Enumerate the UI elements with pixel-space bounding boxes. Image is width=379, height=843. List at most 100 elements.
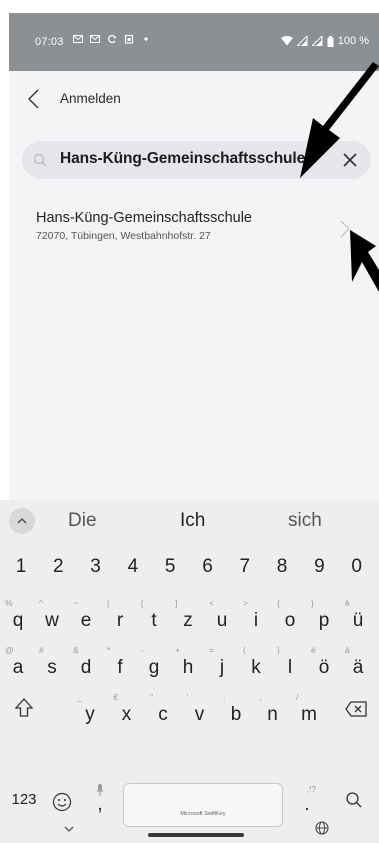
key-5[interactable]: 5 [153, 546, 187, 586]
search-key[interactable] [334, 780, 374, 820]
key-l[interactable]: ) l [274, 643, 306, 683]
key-m[interactable]: / m [293, 690, 325, 730]
key-0[interactable]: 0 [340, 546, 374, 586]
key-ö[interactable]: éö [308, 643, 340, 683]
period-key-label: . [304, 794, 310, 815]
key-t-alt: [ [141, 598, 144, 608]
key-o-alt: { [277, 598, 280, 608]
key-y-label: y [85, 704, 95, 725]
key-3[interactable]: 3 [79, 546, 113, 586]
key-c-label: c [158, 704, 168, 725]
status-time: 07:03 [35, 36, 64, 48]
key-4[interactable]: 4 [116, 546, 150, 586]
key-k[interactable]: (k [240, 643, 272, 683]
period-key-alt: ,!? [306, 784, 316, 794]
key-2[interactable]: 2 [41, 546, 75, 586]
key-0-label: 0 [351, 556, 362, 577]
key-ä[interactable]: àä [342, 643, 374, 683]
key-i[interactable]: > i [240, 596, 272, 636]
key-z[interactable]: ] z [172, 596, 204, 636]
key-m-label: m [301, 704, 317, 725]
key-r[interactable]: | r [104, 596, 136, 636]
key-i-label: i [253, 610, 259, 631]
globe-icon[interactable] [315, 821, 329, 835]
back-chevron-icon[interactable] [23, 87, 45, 111]
key-t[interactable]: [t [138, 596, 170, 636]
key-9-label: 9 [314, 556, 325, 577]
chevron-down-icon[interactable] [62, 824, 76, 834]
key-h[interactable]: + h [172, 643, 204, 683]
key-h-label: h [182, 657, 194, 678]
key-i-alt: > [243, 598, 248, 608]
frame-top [0, 0, 379, 13]
search-input-value: Hans-Küng-Gemeinschaftsschule [60, 150, 306, 168]
key-9[interactable]: 9 [302, 546, 336, 586]
key-a[interactable]: @ a [2, 643, 34, 683]
key-c[interactable]: " c [147, 690, 179, 730]
emoji-key[interactable] [45, 780, 79, 820]
backspace-key[interactable] [336, 690, 376, 730]
mail-icon [90, 35, 100, 43]
numbers-key[interactable]: 123 [6, 780, 42, 820]
key-r-label: r [116, 610, 124, 631]
key-g[interactable]: -g [138, 643, 170, 683]
key-1[interactable]: 1 [4, 546, 38, 586]
key-7-label: 7 [239, 556, 251, 577]
key-j[interactable]: = j [206, 643, 238, 683]
key-a-label: a [12, 657, 24, 678]
spacebar[interactable]: Microsoft SwiftKey [123, 783, 283, 827]
key-8[interactable]: 8 [265, 546, 299, 586]
key-s[interactable]: # s [36, 643, 68, 683]
key-n-label: n [267, 704, 278, 725]
key-p-label: p [318, 610, 330, 631]
key-x-label: x [121, 704, 132, 725]
battery-text: 100 % [337, 35, 369, 47]
key-6[interactable]: 6 [191, 546, 225, 586]
backspace-icon [345, 701, 367, 717]
key-8-label: 8 [276, 556, 288, 577]
comma-key[interactable]: , [85, 780, 115, 820]
suggestion-2[interactable]: Ich [180, 510, 205, 532]
search-input[interactable]: Hans-Küng-Gemeinschaftsschule [60, 150, 310, 168]
key-ü-label: ü [352, 610, 364, 631]
key-q[interactable]: % q [2, 596, 34, 636]
emoji-icon [52, 792, 72, 812]
notification-icons [73, 34, 151, 44]
key-d[interactable]: & d [70, 643, 102, 683]
key-a-alt: @ [5, 645, 14, 655]
key-o[interactable]: {o [274, 596, 306, 636]
key-f[interactable]: * f [104, 643, 136, 683]
calendar-icon [124, 34, 134, 44]
key-n[interactable]: ; n [257, 690, 289, 730]
key-s-alt: # [39, 645, 44, 655]
battery-icon [327, 35, 334, 47]
numbers-key-label: 123 [11, 791, 37, 808]
key-k-label: k [251, 657, 261, 678]
key-g-alt: - [141, 645, 144, 655]
period-key[interactable]: ,!? . [290, 780, 324, 820]
expand-toolbar-button[interactable] [9, 508, 35, 534]
suggestion-1[interactable]: Die [68, 510, 97, 532]
key-x[interactable]: € x [111, 690, 143, 730]
key-q-label: q [12, 610, 24, 631]
system-status: 100 % [280, 35, 369, 47]
key-ü[interactable]: èü [342, 596, 374, 636]
key-p[interactable]: } p [308, 596, 340, 636]
key-e[interactable]: ~ e [70, 596, 102, 636]
key-y[interactable]: _ y [74, 690, 106, 730]
result-item[interactable]: Hans-Küng-Gemeinschaftsschule 72070, Tüb… [9, 193, 379, 243]
key-u[interactable]: < u [206, 596, 238, 636]
search-icon [33, 153, 47, 167]
key-v-label: v [194, 704, 205, 725]
suggestion-3[interactable]: sich [288, 510, 322, 532]
key-v[interactable]: ' v [184, 690, 216, 730]
key-b[interactable]: :b [220, 690, 252, 730]
key-w[interactable]: ^ w [36, 596, 68, 636]
page-title: Anmelden [60, 91, 121, 106]
home-indicator[interactable] [148, 833, 244, 837]
shift-key[interactable] [6, 690, 42, 730]
suggestion-bar: Die Ich sich [0, 500, 379, 542]
key-7[interactable]: 7 [228, 546, 262, 586]
key-ä-label: ä [352, 657, 364, 678]
search-icon [346, 792, 362, 808]
